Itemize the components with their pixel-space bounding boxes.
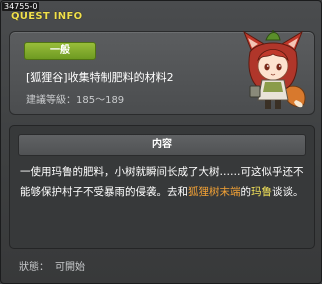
quest-status: 狀態： 可開始 bbox=[19, 258, 85, 273]
quest-info-window: 34755-0 QUEST INFO 一般 [狐狸谷]收集特制肥料的材料2 建議… bbox=[0, 0, 322, 284]
level-label: 建議等級 bbox=[26, 95, 66, 106]
npc-link[interactable]: 玛鲁 bbox=[251, 186, 272, 198]
npc-fox-girl-icon bbox=[242, 30, 306, 109]
level-range: 185～189 bbox=[76, 95, 125, 106]
description-text-2: 的 bbox=[240, 186, 252, 198]
window-title: QUEST INFO bbox=[11, 11, 83, 22]
content-header: 内容 bbox=[18, 134, 306, 156]
quest-description: 一使用玛鲁的肥料，小树就瞬间长成了大树……可这似乎还不能够保护村子不受暴雨的侵袭… bbox=[20, 162, 306, 202]
quest-name: [狐狸谷]收集特制肥料的材料2 bbox=[26, 71, 174, 84]
recommended-level: 建議等級：185～189 bbox=[26, 95, 125, 106]
quest-content-panel: 内容 一使用玛鲁的肥料，小树就瞬间长成了大树……可这似乎还不能够保护村子不受暴雨… bbox=[9, 125, 315, 249]
status-label: 狀態： bbox=[19, 262, 49, 273]
quest-id-label: 34755-0 bbox=[2, 2, 40, 11]
quest-info-card: 一般 [狐狸谷]收集特制肥料的材料2 建議等級：185～189 bbox=[9, 30, 315, 115]
location-link[interactable]: 狐狸树末端 bbox=[188, 186, 241, 198]
status-value: 可開始 bbox=[55, 262, 85, 273]
description-text-3: 谈谈。 bbox=[272, 186, 304, 198]
quest-category-badge: 一般 bbox=[24, 42, 96, 60]
